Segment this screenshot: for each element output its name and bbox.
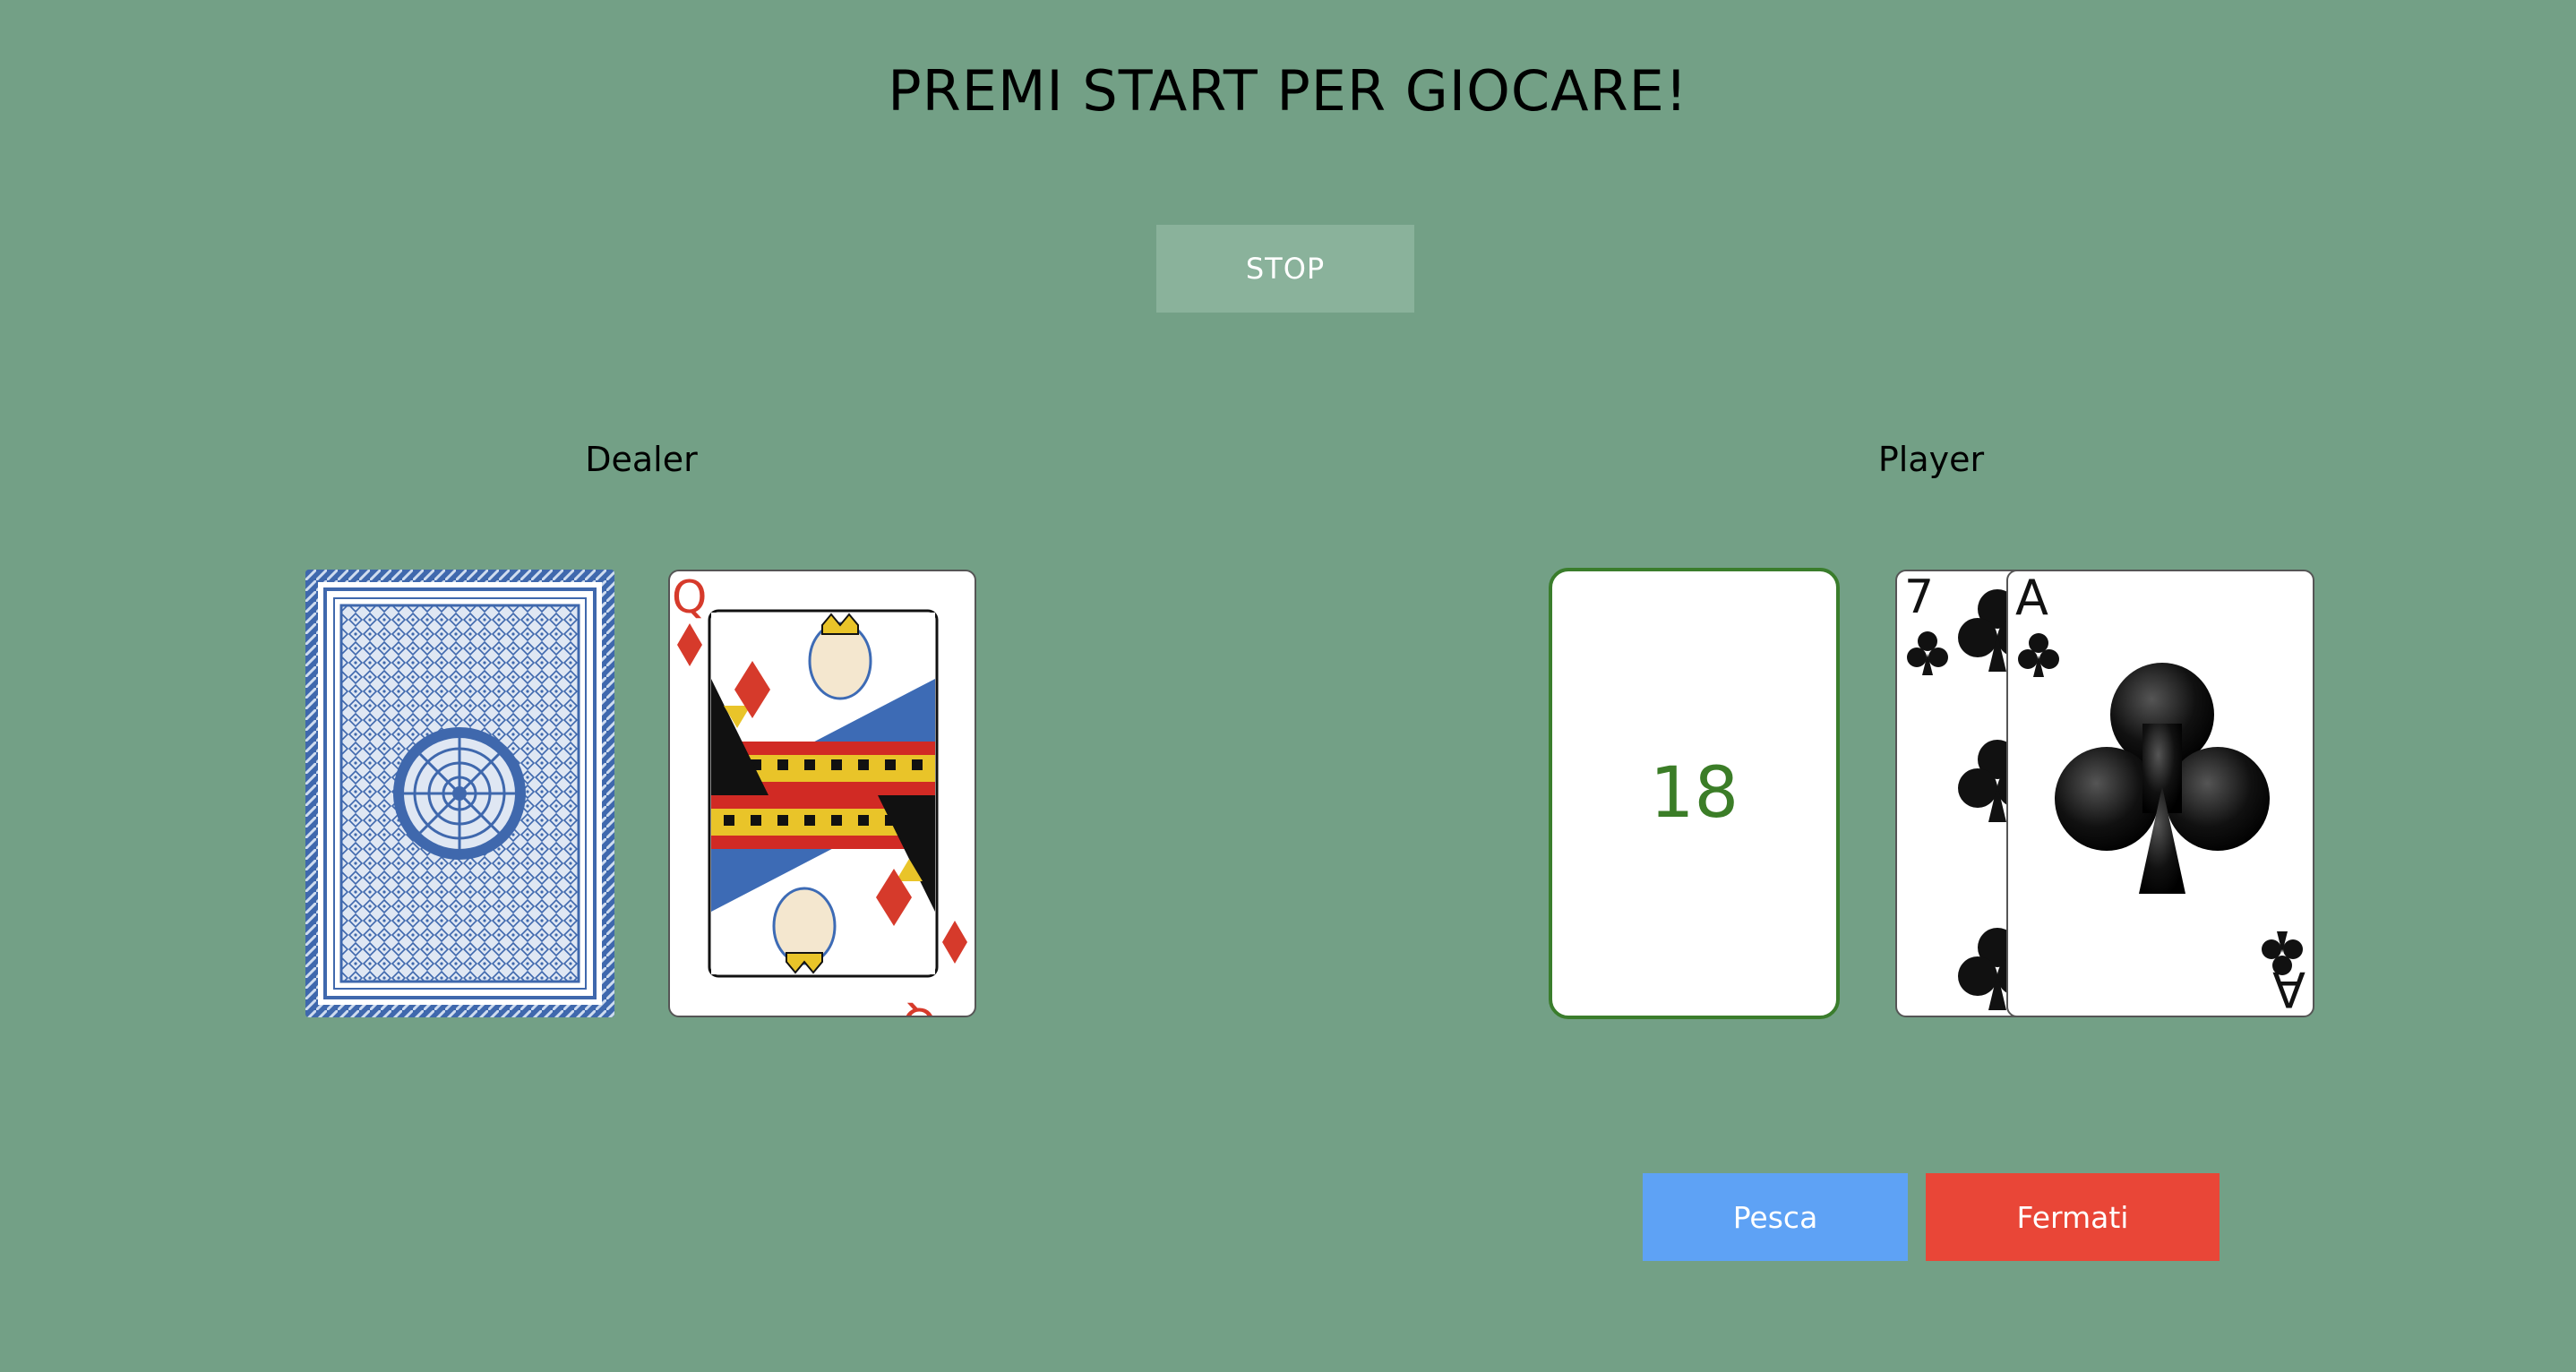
draw-button[interactable]: Pesca: [1643, 1173, 1908, 1261]
card-rank-bottom: A: [2272, 961, 2306, 1016]
card-rank-top: Q: [672, 571, 707, 623]
page-title: PREMI START PER GIOCARE!: [888, 58, 1688, 124]
card-back-pattern-icon: [305, 570, 614, 1017]
player-score: 18: [1549, 568, 1840, 1019]
card-rank-bottom: Q: [902, 998, 937, 1016]
dealer-card-back: [305, 570, 614, 1017]
dealer-label: Dealer: [585, 440, 698, 479]
diamond-icon: [677, 623, 702, 666]
diamond-icon: [942, 921, 967, 964]
club-icon: [2018, 633, 2059, 677]
club-icon: [1907, 631, 1948, 675]
card-rank-top: 7: [1904, 571, 1934, 624]
dealer-card-queen-diamonds: Q: [668, 570, 976, 1017]
player-label: Player: [1877, 440, 1985, 479]
stand-button[interactable]: Fermati: [1926, 1173, 2220, 1261]
card-rank-top: A: [2015, 571, 2048, 626]
player-card-ace-clubs: A A: [2006, 570, 2314, 1017]
stop-button[interactable]: STOP: [1156, 225, 1414, 313]
large-club-icon: [2055, 663, 2270, 894]
